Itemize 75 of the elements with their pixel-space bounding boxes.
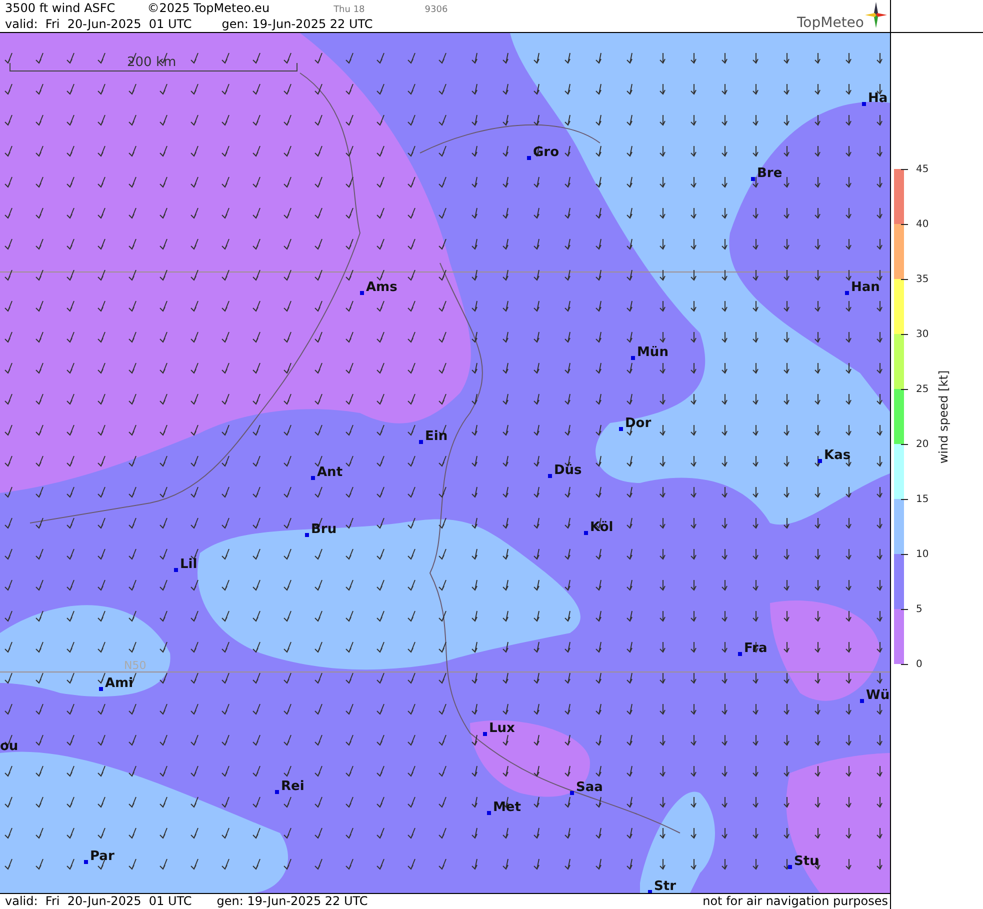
- city-marker: [860, 699, 864, 703]
- city-label: Dor: [625, 416, 652, 431]
- tick-label: 30: [916, 328, 929, 340]
- city-label: Ams: [366, 280, 398, 295]
- tick-mark: [901, 278, 908, 280]
- city-label: Kas: [824, 448, 851, 463]
- city-label: Rei: [281, 779, 304, 794]
- tick-mark: [901, 608, 908, 610]
- city-label: Ha: [868, 91, 888, 106]
- tick-mark: [901, 388, 908, 390]
- logo-text: TopMeteo: [797, 14, 864, 32]
- code-text: 9306: [424, 4, 448, 17]
- city-marker: [360, 291, 364, 295]
- disclaimer-text: not for air navigation purposes: [702, 894, 889, 909]
- legend-title: wind speed [kt]: [936, 370, 951, 464]
- city-label: Bru: [311, 522, 337, 537]
- tick-label: 15: [916, 494, 929, 504]
- city-marker: [845, 291, 849, 295]
- city-marker: [311, 476, 315, 480]
- tick-mark: [901, 498, 908, 500]
- city-label: Bre: [757, 166, 782, 181]
- city-marker: [738, 652, 742, 656]
- city-label: ou: [0, 739, 18, 754]
- city-marker: [862, 102, 866, 106]
- tick-mark: [901, 168, 908, 170]
- city-label: Düs: [554, 463, 582, 478]
- compass-star-icon: [865, 2, 887, 28]
- valid-time: valid: Fri 20-Jun-2025 01 UTC: [5, 894, 192, 909]
- latitude-label: N50: [124, 659, 146, 672]
- city-marker: [548, 474, 552, 478]
- tick-label: 40: [916, 218, 929, 230]
- city-label: Köl: [590, 520, 614, 535]
- city-label: Met: [493, 800, 521, 815]
- city-label: Lux: [489, 721, 515, 736]
- city-marker: [99, 687, 103, 691]
- city-marker: [648, 890, 652, 893]
- city-marker: [419, 440, 423, 444]
- city-label: Ant: [317, 465, 343, 480]
- city-label: Ami: [105, 676, 134, 691]
- city-label: Saa: [576, 780, 603, 795]
- valid-time: valid: Fri 20-Jun-2025 01 UTC: [5, 16, 192, 32]
- city-marker: [619, 427, 623, 431]
- tick-label: 45: [916, 164, 929, 174]
- city-marker: [788, 865, 792, 869]
- day-text: Thu 18: [334, 4, 365, 17]
- city-marker: [84, 860, 88, 864]
- tick-label: 0: [916, 658, 922, 670]
- copyright-text: ©2025 TopMeteo.eu: [147, 0, 270, 16]
- tick-label: 10: [916, 548, 929, 560]
- city-marker: [174, 568, 178, 572]
- scale-label: 200 km: [127, 55, 176, 70]
- city-marker: [818, 459, 822, 463]
- tick-label: 25: [916, 384, 929, 394]
- city-label: Str: [654, 879, 676, 893]
- city-label: Mün: [637, 345, 668, 360]
- generated-time: gen: 19-Jun-2025 22 UTC: [222, 16, 373, 32]
- city-label: Wü: [866, 688, 890, 703]
- map-title: 3500 ft wind ASFC: [5, 0, 116, 16]
- city-marker: [631, 356, 635, 360]
- city-marker: [305, 533, 309, 537]
- city-marker: [751, 177, 755, 181]
- city-marker: [527, 156, 531, 160]
- city-label: Ein: [425, 429, 448, 444]
- city-label: Han: [851, 280, 880, 295]
- city-marker: [570, 791, 574, 795]
- city-label: Par: [90, 849, 114, 864]
- tick-label: 20: [916, 438, 929, 450]
- city-marker: [483, 732, 487, 736]
- city-marker: [584, 531, 588, 535]
- tick-label: 5: [916, 604, 922, 614]
- city-marker: [275, 790, 279, 794]
- city-marker: [487, 811, 491, 815]
- city-label: Lil: [180, 557, 198, 572]
- tick-label: 35: [916, 274, 929, 284]
- generated-time: gen: 19-Jun-2025 22 UTC: [216, 894, 368, 909]
